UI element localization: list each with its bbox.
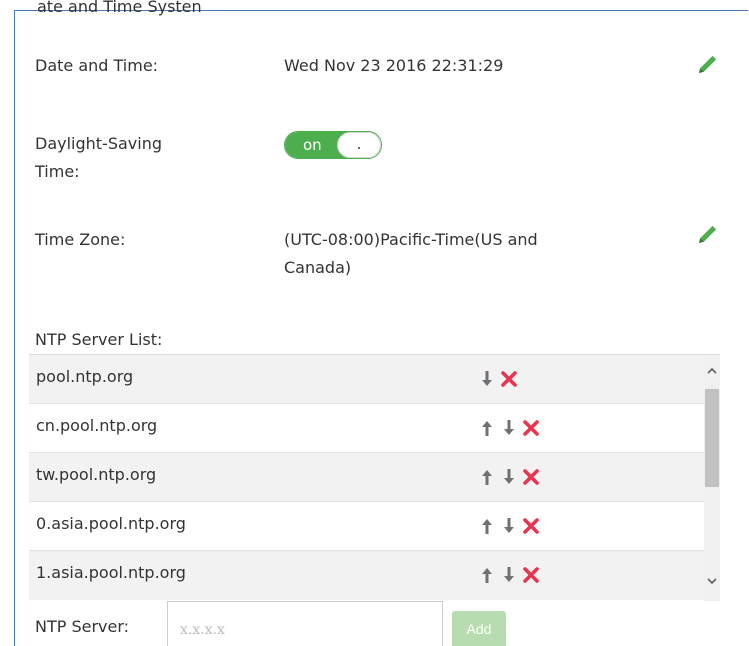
dst-label: Daylight-Saving Time: (35, 130, 162, 186)
delete-x-icon[interactable] (521, 467, 541, 487)
scroll-up-chevron-icon[interactable] (704, 361, 720, 381)
ntp-server-row: cn.pool.ntp.org (29, 404, 704, 453)
dst-label-line1: Daylight-Saving (35, 134, 162, 153)
delete-x-icon[interactable] (521, 418, 541, 438)
arrow-down-icon[interactable] (499, 467, 519, 487)
edit-time-zone-pencil-icon[interactable] (696, 222, 720, 246)
ntp-server-row: pool.ntp.org (29, 355, 704, 404)
ntp-server-row: tw.pool.ntp.org (29, 453, 704, 502)
arrow-up-icon[interactable] (477, 418, 497, 438)
panel-title: ate and Time Systen (37, 0, 202, 16)
scroll-down-chevron-icon[interactable] (704, 571, 720, 591)
scrollbar-thumb[interactable] (705, 389, 719, 487)
edit-date-time-pencil-icon[interactable] (696, 52, 720, 76)
arrow-down-icon[interactable] (499, 565, 519, 585)
time-zone-value: (UTC-08:00)Pacific-Time(US and Canada) (284, 226, 538, 282)
ntp-server-input[interactable] (167, 601, 443, 646)
ntp-server-label: NTP Server: (35, 617, 130, 636)
delete-x-icon[interactable] (521, 516, 541, 536)
delete-x-icon[interactable] (499, 369, 519, 389)
time-zone-value-line2: Canada) (284, 258, 352, 277)
arrow-up-icon[interactable] (477, 467, 497, 487)
ntp-server-row: 1.asia.pool.ntp.org (29, 551, 704, 600)
add-ntp-server-button[interactable]: Add (452, 611, 506, 646)
ntp-server-name: pool.ntp.org (36, 367, 134, 386)
dst-label-line2: Time: (35, 162, 80, 181)
arrow-down-icon[interactable] (499, 516, 519, 536)
arrow-down-icon[interactable] (499, 418, 519, 438)
ntp-server-name: 1.asia.pool.ntp.org (36, 563, 186, 582)
arrow-up-icon[interactable] (477, 565, 497, 585)
arrow-down-icon[interactable] (477, 369, 497, 389)
date-time-value: Wed Nov 23 2016 22:31:29 (284, 56, 504, 75)
delete-x-icon[interactable] (521, 565, 541, 585)
dst-toggle[interactable]: on . (284, 131, 382, 159)
dst-toggle-knob: . (337, 132, 381, 158)
ntp-server-list: pool.ntp.org cn.pool.ntp.org tw.pool.ntp… (29, 354, 720, 601)
ntp-list-scrollbar[interactable] (704, 355, 720, 601)
time-zone-value-line1: (UTC-08:00)Pacific-Time(US and (284, 230, 538, 249)
date-time-label: Date and Time: (35, 56, 159, 75)
ntp-server-name: 0.asia.pool.ntp.org (36, 514, 186, 533)
arrow-up-icon[interactable] (477, 516, 497, 536)
ntp-server-name: cn.pool.ntp.org (36, 416, 158, 435)
time-zone-label: Time Zone: (35, 230, 126, 249)
ntp-server-name: tw.pool.ntp.org (36, 465, 157, 484)
ntp-list-label: NTP Server List: (35, 330, 163, 349)
ntp-server-row: 0.asia.pool.ntp.org (29, 502, 704, 551)
